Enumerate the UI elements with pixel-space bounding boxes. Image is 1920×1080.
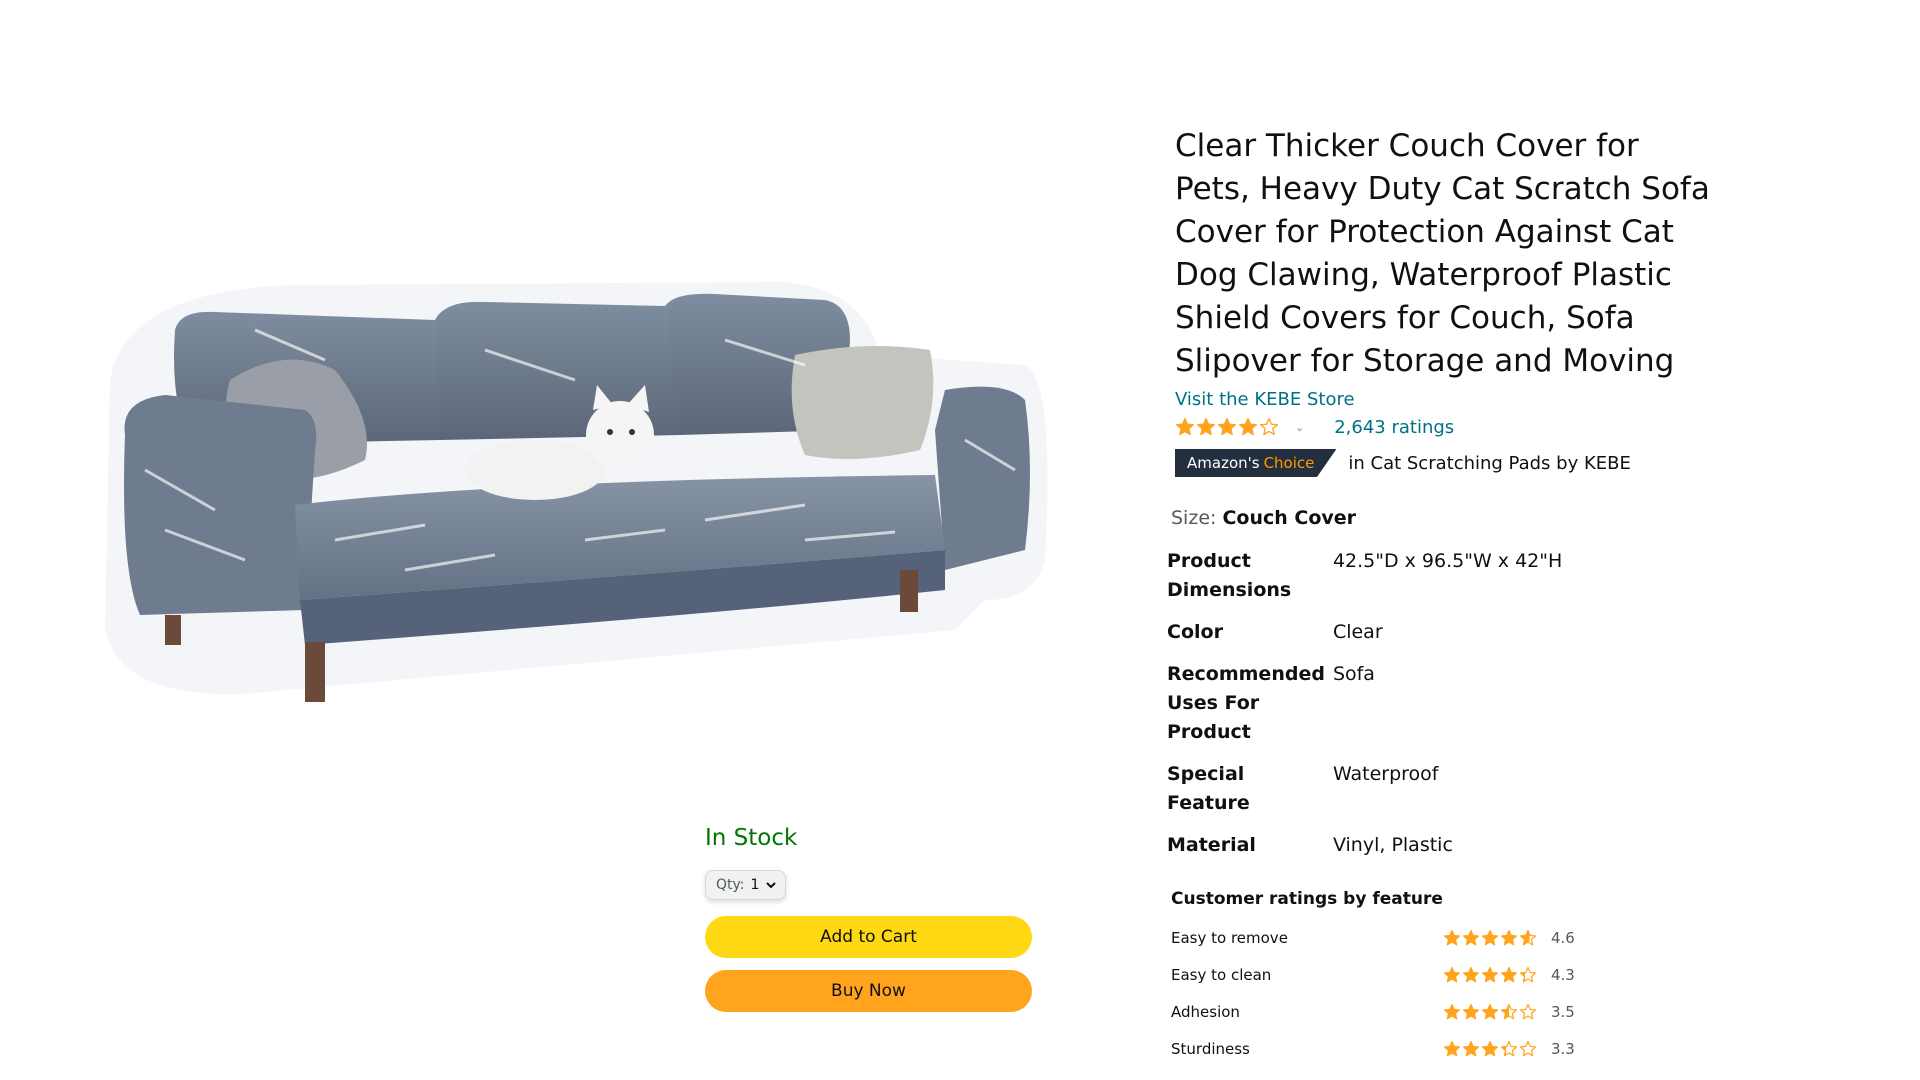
spec-row: Product Dimensions 42.5"D x 96.5"W x 42"…: [1167, 541, 1562, 612]
star-icon: [1239, 418, 1257, 436]
spec-value: Clear: [1332, 621, 1383, 643]
badge-choice: Choice: [1263, 454, 1315, 472]
store-link[interactable]: Visit the KEBE Store: [1175, 387, 1735, 413]
add-to-cart-button[interactable]: Add to Cart: [705, 916, 1032, 958]
size-selection: Size: Couch Cover: [1171, 507, 1735, 529]
chevron-down-icon: [766, 882, 777, 889]
star-icon: [1443, 1003, 1461, 1019]
couch-with-cat-photo: [105, 282, 1048, 702]
star-icon: [1519, 966, 1537, 982]
product-image[interactable]: [105, 270, 1055, 760]
star-icon: [1500, 1003, 1518, 1019]
badge-prefix: Amazon's: [1187, 454, 1260, 472]
star-icon: [1443, 966, 1461, 982]
product-specs-table: Product Dimensions 42.5"D x 96.5"W x 42"…: [1167, 541, 1562, 867]
star-icon: [1462, 1040, 1480, 1056]
star-icon: [1443, 1040, 1461, 1056]
feature-ratings-title: Customer ratings by feature: [1171, 889, 1443, 909]
star-icon: [1462, 966, 1480, 982]
customer-ratings-by-feature: Customer ratings by feature Easy to remo…: [1171, 889, 1735, 1067]
feature-name: Adhesion: [1171, 1002, 1240, 1021]
feature-score: 3.5: [1551, 1002, 1575, 1021]
star-icon: [1519, 1003, 1537, 1019]
feature-score: 4.3: [1551, 965, 1575, 984]
feature-rating-row: Sturdiness 3.3: [1171, 1030, 1735, 1067]
feature-stars: [1443, 1040, 1537, 1058]
spec-row: Special Feature Waterproof: [1167, 754, 1562, 825]
feature-stars: [1443, 1003, 1537, 1021]
spec-key: Color: [1167, 621, 1223, 643]
product-details: Clear Thicker Couch Cover for Pets, Heav…: [1167, 125, 1735, 1067]
star-icon: [1260, 418, 1278, 436]
feature-name: Easy to remove: [1171, 928, 1288, 947]
spec-value: Sofa: [1332, 663, 1375, 685]
star-icon: [1443, 929, 1461, 945]
feature-score: 4.6: [1551, 928, 1575, 947]
star-icon: [1481, 929, 1499, 945]
rating-stars[interactable]: [1175, 417, 1279, 437]
spec-key: Product Dimensions: [1167, 550, 1292, 601]
star-icon: [1218, 418, 1236, 436]
quantity-label: Qty:: [716, 877, 745, 893]
product-title: Clear Thicker Couch Cover for Pets, Heav…: [1175, 128, 1710, 379]
spec-key: Material: [1167, 834, 1256, 856]
chevron-down-icon[interactable]: ⌄: [1295, 421, 1304, 434]
feature-stars: [1443, 966, 1537, 984]
quantity-value: 1: [750, 877, 760, 893]
feature-name: Easy to clean: [1171, 965, 1272, 984]
star-icon: [1481, 966, 1499, 982]
spec-value: 42.5"D x 96.5"W x 42"H: [1332, 550, 1563, 572]
star-icon: [1481, 1003, 1499, 1019]
amazons-choice-badge[interactable]: Amazon's Choice: [1175, 449, 1337, 477]
badge-context: in Cat Scratching Pads by KEBE: [1348, 452, 1631, 474]
feature-stars: [1443, 929, 1537, 947]
star-icon: [1500, 929, 1518, 945]
quantity-dropdown[interactable]: Qty: 1: [705, 870, 787, 900]
spec-row: Material Vinyl, Plastic: [1167, 825, 1562, 867]
availability-status: In Stock: [705, 825, 798, 851]
feature-rating-row: Easy to remove 4.6: [1171, 919, 1735, 956]
ratings-count-link[interactable]: 2,643 ratings: [1334, 417, 1454, 438]
spec-row: Recommended Uses For Product Sofa: [1167, 654, 1562, 754]
feature-name: Sturdiness: [1171, 1039, 1250, 1058]
spec-value: Waterproof: [1332, 763, 1439, 785]
spec-row: Color Clear: [1167, 612, 1562, 654]
star-icon: [1462, 1003, 1480, 1019]
star-icon: [1519, 1040, 1537, 1056]
star-icon: [1500, 966, 1518, 982]
star-icon: [1176, 418, 1194, 436]
star-icon: [1462, 929, 1480, 945]
feature-rating-row: Easy to clean 4.3: [1171, 956, 1735, 993]
star-icon: [1500, 1040, 1518, 1056]
star-icon: [1197, 418, 1215, 436]
buy-box: In Stock Qty: 1 Add to Cart Buy Now: [705, 820, 1035, 1012]
star-icon: [1481, 1040, 1499, 1056]
spec-key: Recommended Uses For Product: [1167, 663, 1325, 743]
rating-row: ⌄ 2,643 ratings: [1175, 413, 1735, 441]
amazons-choice-row: Amazon's Choice in Cat Scratching Pads b…: [1175, 449, 1735, 477]
size-value: Couch Cover: [1222, 507, 1357, 529]
feature-rating-row: Adhesion 3.5: [1171, 993, 1735, 1030]
buy-now-button[interactable]: Buy Now: [705, 970, 1032, 1012]
spec-key: Special Feature: [1167, 763, 1250, 814]
spec-value: Vinyl, Plastic: [1332, 834, 1453, 856]
star-icon: [1519, 929, 1537, 945]
feature-score: 3.3: [1551, 1039, 1575, 1058]
size-label: Size:: [1171, 507, 1217, 529]
